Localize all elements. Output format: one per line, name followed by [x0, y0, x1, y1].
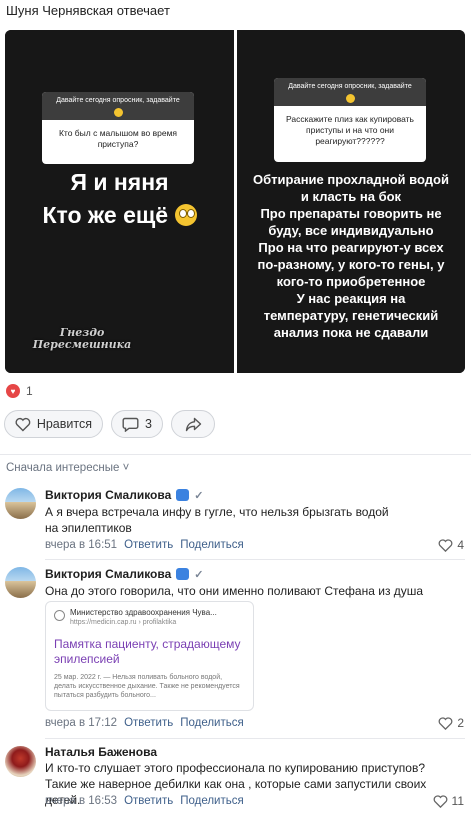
comment-author[interactable]: Виктория Смаликова ✓ [45, 567, 204, 581]
section-divider [0, 454, 471, 455]
comment-author[interactable]: Наталья Баженова [45, 745, 157, 759]
answer-line: анализ пока не сдавали [273, 325, 429, 340]
like-label: Нравится [36, 417, 92, 431]
story-right: Давайте сегодня опросник, задавайте Расс… [237, 30, 465, 373]
heart-outline-icon [15, 417, 31, 432]
comment-divider [45, 559, 465, 560]
comment-like-count: 2 [457, 716, 464, 730]
sort-label: Сначала интересные [6, 462, 120, 474]
comments-count: 3 [145, 417, 152, 431]
question-header-text: Давайте сегодня опросник, задавайте [288, 83, 412, 90]
answer-line-2: Кто же ещё [42, 202, 169, 228]
chevron-down-icon: ˅ [122, 462, 130, 474]
share-comment-button[interactable]: Поделиться [180, 795, 244, 807]
answer-line-2-wrap: Кто же ещё [5, 200, 234, 230]
post-caption: Шуня Чернявская отвечает [6, 3, 170, 18]
author-name: Виктория Смаликова [45, 488, 172, 502]
answer-text: Обтирание прохладной водой и класть на б… [237, 171, 465, 341]
emoji-icon [113, 108, 123, 117]
watermark: Гнездо Пересмешника [17, 327, 147, 351]
comment-divider [45, 738, 465, 739]
answer-line: по-разному, у кого-то гены, у [257, 257, 445, 272]
reply-button[interactable]: Ответить [124, 795, 173, 807]
reply-button[interactable]: Ответить [124, 717, 173, 729]
badge-icon [176, 489, 190, 501]
question-header-text: Давайте сегодня опросник, задавайте [56, 97, 180, 104]
heart-outline-icon [438, 538, 453, 552]
question-header: Давайте сегодня опросник, задавайте [274, 78, 426, 107]
reactions-count: 1 [26, 384, 33, 398]
post-actions: Нравится 3 [4, 410, 215, 438]
comment-like-button[interactable]: 2 [438, 716, 464, 730]
answer-line: Про препараты говорить не [260, 206, 442, 221]
verified-check-icon: ✓ [194, 489, 204, 502]
comment-like-count: 11 [451, 794, 464, 808]
reply-button[interactable]: Ответить [124, 539, 173, 551]
answer-line: кого-то приобретенное [276, 274, 426, 289]
answer-line-1: Я и няня [70, 169, 169, 195]
question-text: Расскажите плиз как купировать приступы … [285, 114, 414, 147]
link-preview-card[interactable]: Министерство здравоохранения Чува... htt… [45, 601, 254, 711]
answer-line: и класть на бок [300, 189, 402, 204]
comments-button[interactable]: 3 [111, 410, 163, 438]
story-left: Давайте сегодня опросник, задавайте Кто … [5, 30, 234, 373]
link-source: Министерство здравоохранения Чува... htt… [54, 608, 245, 627]
comment-time[interactable]: вчера в 16:53 [45, 795, 117, 807]
comment-like-count: 4 [457, 538, 464, 552]
answer-line: У нас реакция на [296, 291, 406, 306]
share-arrow-icon [185, 417, 201, 431]
share-button[interactable] [171, 410, 215, 438]
link-title[interactable]: Памятка пациенту, страдающему эпилепсией [54, 637, 245, 667]
watermark-line-2: Пересмешника [32, 338, 132, 351]
author-name: Виктория Смаликова [45, 567, 172, 581]
comment-time[interactable]: вчера в 17:12 [45, 717, 117, 729]
comment-icon [122, 417, 139, 432]
author-name: Наталья Баженова [45, 745, 158, 759]
share-comment-button[interactable]: Поделиться [180, 717, 244, 729]
heart-outline-icon [438, 716, 453, 730]
question-sticker-right: Давайте сегодня опросник, задавайте Расс… [274, 78, 426, 162]
answer-line: буду, все индивидуально [268, 223, 434, 238]
comments-sort-dropdown[interactable]: Сначала интересные ˅ [6, 462, 129, 474]
avatar[interactable] [5, 567, 36, 598]
comment-text: Она до этого говорила, что они именно по… [45, 584, 424, 598]
question-sticker-left: Давайте сегодня опросник, задавайте Кто … [42, 92, 194, 164]
link-site: Министерство здравоохранения Чува... [70, 608, 217, 617]
question-text: Кто был с малышом во время приступа? [58, 128, 178, 150]
comment-meta: вчера в 17:12 Ответить Поделиться [45, 717, 244, 729]
globe-icon [54, 610, 65, 621]
answer-line: Обтирание прохладной водой [253, 172, 449, 187]
answer-line: Про на что реагируют-у всех [258, 240, 444, 255]
avatar[interactable] [5, 746, 36, 777]
badge-icon [176, 568, 190, 580]
answer-line: температуру, генетический [263, 308, 439, 323]
eye-roll-emoji-icon [174, 204, 197, 226]
link-url: https://medicin.cap.ru › profilaktika [70, 619, 177, 626]
like-button[interactable]: Нравится [4, 410, 103, 438]
comment-like-button[interactable]: 11 [433, 794, 464, 808]
heart-icon: ♥ [6, 384, 20, 398]
comment-author[interactable]: Виктория Смаликова ✓ [45, 488, 204, 502]
heart-outline-icon [433, 794, 447, 808]
reactions-summary[interactable]: ♥ 1 [6, 384, 33, 398]
comment-meta: вчера в 16:51 Ответить Поделиться [45, 539, 244, 551]
emoji-icon [345, 94, 355, 103]
comment-meta: вчера в 16:53 Ответить Поделиться [45, 795, 244, 807]
story-collage[interactable]: Давайте сегодня опросник, задавайте Кто … [5, 30, 465, 373]
question-header: Давайте сегодня опросник, задавайте [42, 92, 194, 121]
avatar[interactable] [5, 488, 36, 519]
link-description: 25 мар. 2022 г. — Нельзя поливать больно… [54, 674, 240, 699]
comment-time[interactable]: вчера в 16:51 [45, 539, 117, 551]
verified-check-icon: ✓ [194, 568, 204, 581]
share-comment-button[interactable]: Поделиться [180, 539, 244, 551]
comment-like-button[interactable]: 4 [438, 538, 464, 552]
comment-text: А я вчера встречала инфу в гугле, что не… [45, 505, 389, 535]
